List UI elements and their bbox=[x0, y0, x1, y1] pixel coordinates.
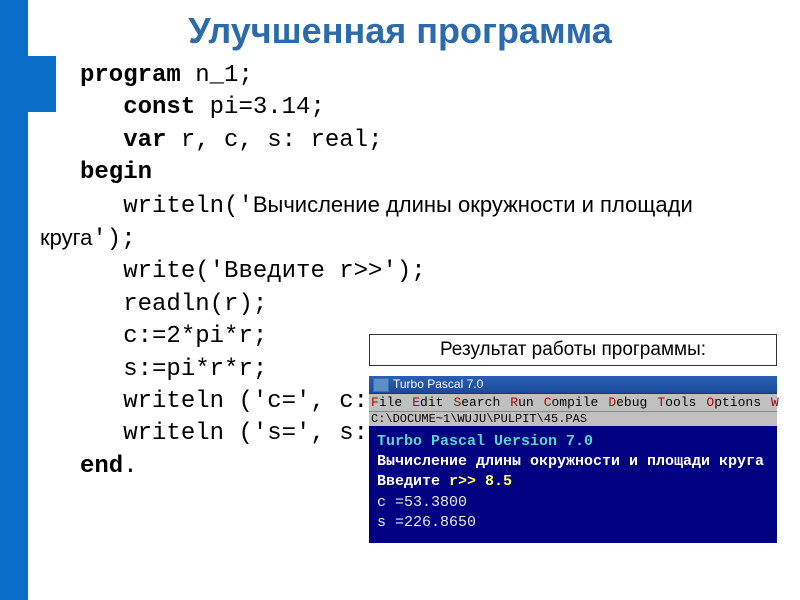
tp-out-line4: c =53.3800 bbox=[377, 493, 769, 513]
kw-end: end bbox=[80, 453, 123, 480]
code-text: n_1; bbox=[181, 62, 253, 89]
tp-titlebar: Turbo Pascal 7.0 bbox=[369, 376, 777, 394]
code-string: круга bbox=[40, 225, 92, 250]
code-text: '); bbox=[92, 226, 135, 253]
tp-out-line1: Turbo Pascal Uersion 7.0 bbox=[377, 433, 593, 450]
decoration-stripe bbox=[0, 0, 28, 600]
menu-file[interactable]: File bbox=[371, 395, 402, 410]
tp-out-line3b: r>> 8.5 bbox=[449, 473, 512, 490]
kw-program: program bbox=[80, 62, 181, 89]
slide-title: Улучшенная программа bbox=[0, 0, 800, 60]
code-text: r, c, s: real; bbox=[166, 127, 382, 154]
menu-debug[interactable]: Debug bbox=[608, 395, 647, 410]
system-menu-icon[interactable] bbox=[373, 378, 389, 392]
menu-search[interactable]: Search bbox=[453, 395, 500, 410]
tp-pathbar: C:\DOCUME~1\WUJU\PULPIT\45.PAS bbox=[369, 411, 777, 426]
code-text: writeln(' bbox=[123, 193, 253, 220]
result-caption: Результат работы программы: bbox=[369, 334, 777, 366]
menu-run[interactable]: Run bbox=[510, 395, 533, 410]
code-text: s:=pi*r*r; bbox=[123, 356, 267, 383]
kw-begin: begin bbox=[80, 159, 152, 186]
turbo-pascal-window: Turbo Pascal 7.0 File Edit Search Run Co… bbox=[369, 376, 777, 543]
code-text: pi=3.14; bbox=[195, 94, 325, 121]
tp-out-line5: s =226.8650 bbox=[377, 513, 769, 533]
tp-out-line2: Вычисление длины окружности и площади кр… bbox=[377, 452, 769, 472]
menu-options[interactable]: Options bbox=[706, 395, 761, 410]
code-text: readln(r); bbox=[123, 291, 267, 318]
code-text: write('Введите r>>'); bbox=[123, 258, 425, 285]
tp-out-line3a: Введите bbox=[377, 473, 449, 490]
kw-const: const bbox=[123, 94, 195, 121]
tp-title-text: Turbo Pascal 7.0 bbox=[393, 377, 483, 391]
code-string: Вычисление длины окружности и площади bbox=[253, 192, 693, 217]
menu-tools[interactable]: Tools bbox=[657, 395, 696, 410]
code-text: writeln ('s=', s:6: bbox=[123, 420, 397, 447]
tp-menubar: File Edit Search Run Compile Debug Tools… bbox=[369, 394, 777, 411]
code-text: . bbox=[123, 453, 137, 480]
code-text: c:=2*pi*r; bbox=[123, 323, 267, 350]
code-text: writeln ('c=', c:6: bbox=[123, 388, 397, 415]
kw-var: var bbox=[123, 127, 166, 154]
menu-w[interactable]: W bbox=[771, 395, 779, 410]
tp-output: Turbo Pascal Uersion 7.0 Вычисление длин… bbox=[369, 426, 777, 543]
menu-compile[interactable]: Compile bbox=[544, 395, 599, 410]
menu-edit[interactable]: Edit bbox=[412, 395, 443, 410]
